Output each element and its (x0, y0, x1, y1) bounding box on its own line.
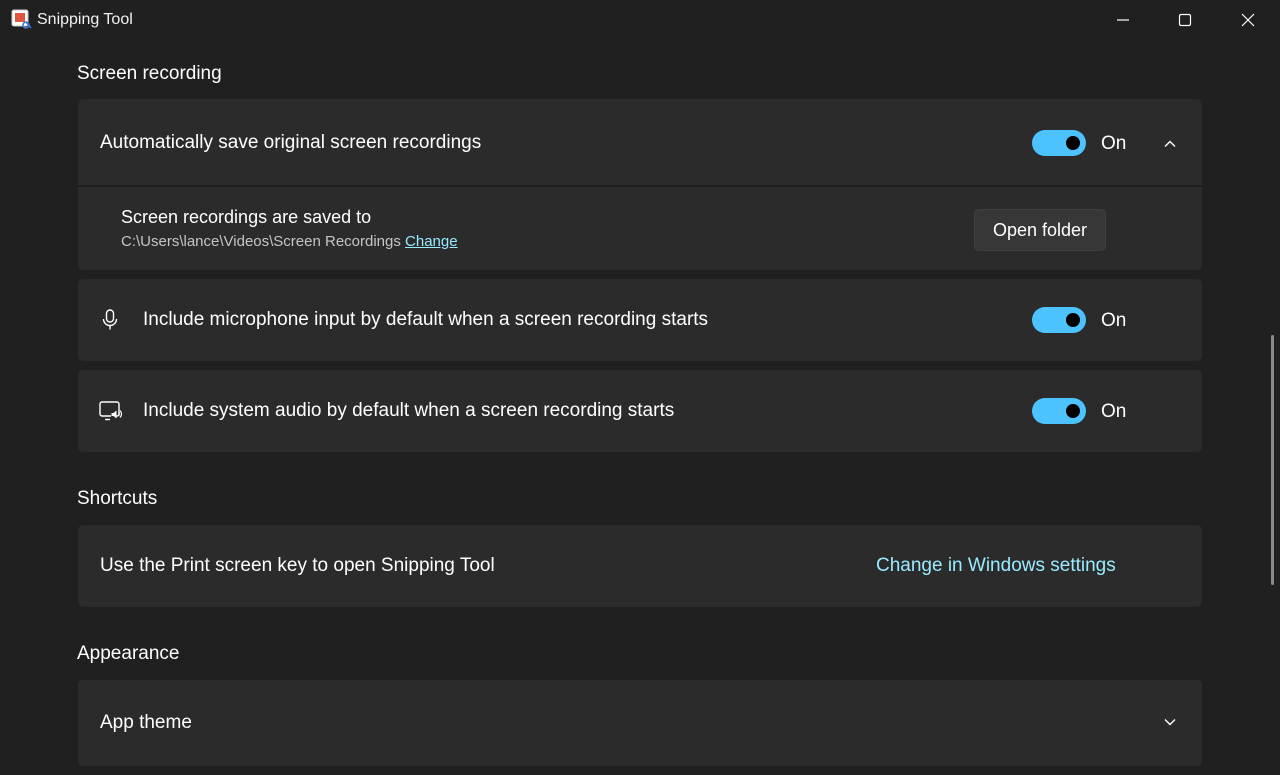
close-button[interactable] (1217, 0, 1279, 40)
open-folder-button[interactable]: Open folder (974, 209, 1106, 251)
minimize-icon (1117, 19, 1129, 21)
snipping-tool-app-icon (11, 9, 32, 29)
vertical-scrollbar[interactable] (1271, 335, 1274, 585)
system-audio-label: Include system audio by default when a s… (143, 400, 675, 421)
section-title-screen-recording: Screen recording (77, 63, 222, 84)
microphone-toggle[interactable] (1032, 307, 1086, 333)
maximize-button[interactable] (1154, 0, 1216, 40)
system-audio-state: On (1101, 401, 1127, 422)
toggle-knob (1066, 404, 1080, 418)
save-location-path: C:\Users\lance\Videos\Screen Recordings (121, 233, 401, 250)
maximize-icon (1178, 13, 1192, 27)
app-theme-label: App theme (100, 712, 192, 733)
chevron-down-icon[interactable] (1162, 714, 1178, 730)
chevron-up-icon[interactable] (1162, 136, 1178, 152)
change-in-windows-settings-link[interactable]: Change in Windows settings (876, 555, 1116, 577)
section-title-shortcuts: Shortcuts (77, 488, 158, 509)
window-title: Snipping Tool (37, 11, 133, 28)
close-icon (1241, 13, 1255, 27)
section-title-appearance: Appearance (77, 643, 180, 664)
system-audio-icon (99, 401, 123, 421)
app-theme-card[interactable] (78, 680, 1202, 766)
print-screen-label: Use the Print screen key to open Snippin… (100, 555, 495, 576)
title-bar: Snipping Tool (0, 0, 1280, 40)
microphone-state: On (1101, 310, 1127, 331)
auto-save-toggle[interactable] (1032, 130, 1086, 156)
minimize-button[interactable] (1092, 0, 1154, 40)
microphone-icon (102, 309, 118, 330)
toggle-knob (1066, 136, 1080, 150)
change-location-link[interactable]: Change (405, 233, 458, 250)
save-location-path-row: C:\Users\lance\Videos\Screen Recordings … (121, 233, 458, 250)
microphone-label: Include microphone input by default when… (143, 309, 709, 330)
auto-save-state: On (1101, 133, 1127, 154)
divider (78, 185, 1202, 187)
auto-save-label: Automatically save original screen recor… (100, 132, 482, 153)
toggle-knob (1066, 313, 1080, 327)
save-location-title: Screen recordings are saved to (121, 207, 372, 227)
system-audio-toggle[interactable] (1032, 398, 1086, 424)
